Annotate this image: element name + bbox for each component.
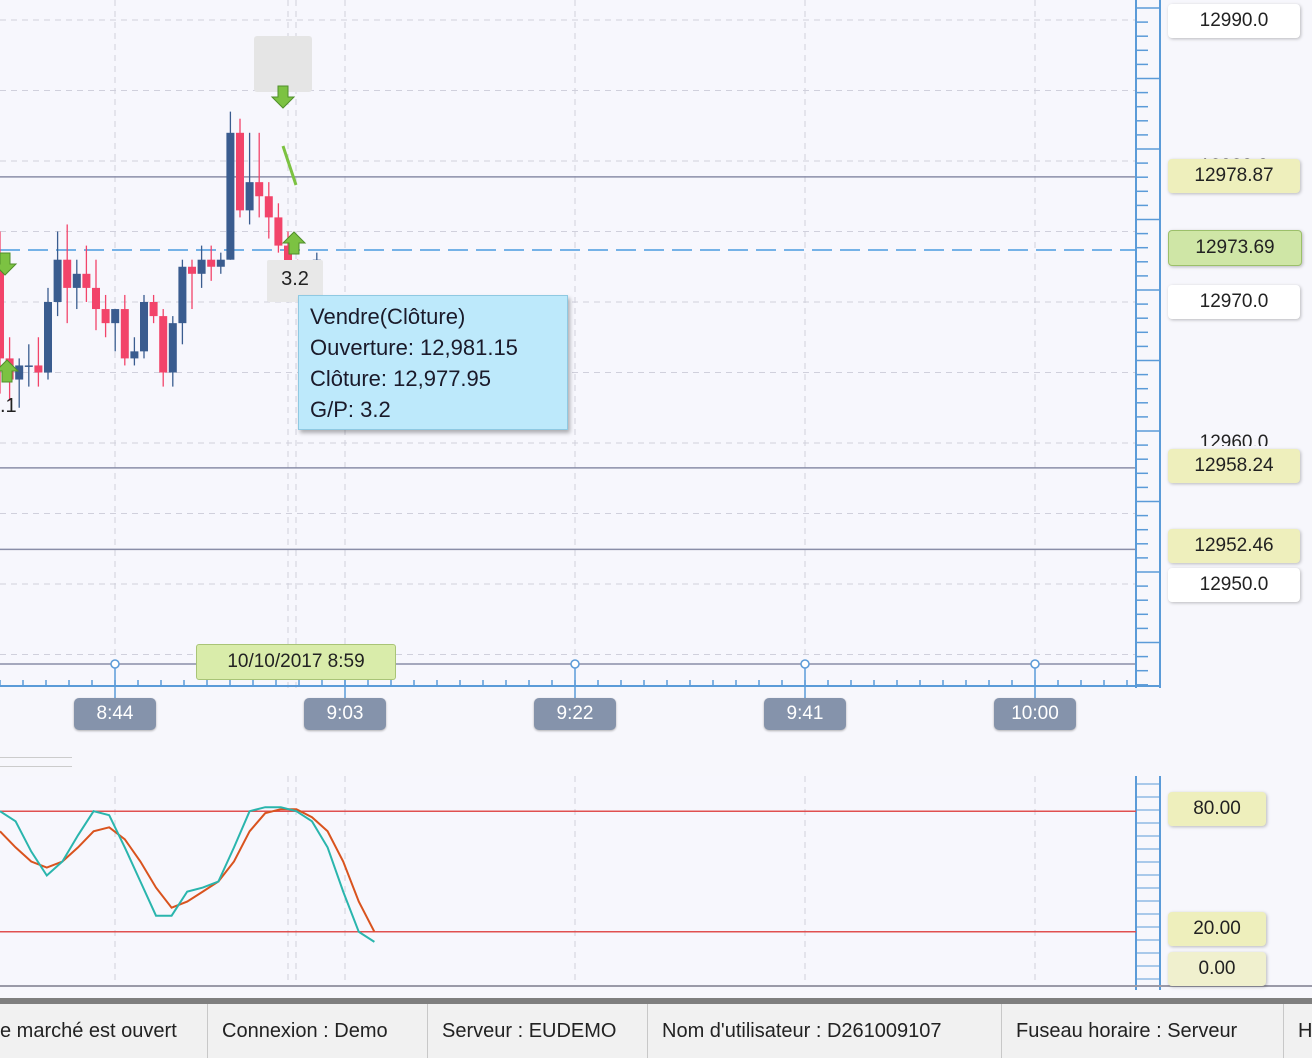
level-tag-12978[interactable]: 12978.87 — [1168, 159, 1300, 193]
candle-body — [188, 266, 196, 274]
tooltip-close: Clôture: 12,977.95 — [310, 366, 492, 391]
time-axis-node — [570, 659, 580, 669]
candle-body — [34, 365, 43, 373]
candle-body — [0, 266, 4, 359]
status-server: Serveur : EUDEMO — [428, 1004, 648, 1058]
candle-body — [44, 302, 52, 373]
time-label-903: 9:03 — [304, 698, 386, 730]
stoch-upper-band-label: 80.00 — [1168, 792, 1266, 826]
time-label-844: 8:44 — [74, 698, 156, 730]
candle-body — [178, 266, 187, 324]
candle-body — [63, 259, 72, 288]
current-price-tag: 12973.69 — [1168, 230, 1302, 266]
time-axis-node — [110, 659, 120, 669]
candle-body — [236, 132, 244, 211]
candle-body — [120, 309, 129, 359]
candle-body — [197, 259, 206, 274]
candle-body — [140, 302, 148, 352]
cursor-date-label: 10/10/2017 8:59 — [196, 644, 396, 680]
candle-body — [130, 351, 139, 359]
status-timezone: Fuseau horaire : Serveur — [1002, 1004, 1284, 1058]
candle-body — [216, 259, 225, 267]
status-market: e marché est ouvert — [0, 1004, 208, 1058]
candle-body — [101, 309, 110, 324]
time-label-922: 9:22 — [534, 698, 616, 730]
candle-body — [255, 182, 264, 197]
tooltip-action: Vendre(Clôture) — [310, 304, 466, 329]
level-tag-12958[interactable]: 12958.24 — [1168, 449, 1300, 483]
stoch-zero-label: 0.00 — [1168, 952, 1266, 986]
status-connection: Connexion : Demo — [208, 1004, 428, 1058]
tooltip-open: Ouverture: 12,981.15 — [310, 335, 518, 360]
indicator-plot-area — [0, 776, 1136, 986]
price-label-12990: 12990.0 — [1168, 4, 1300, 38]
price-label-12960-partial: 12960.0 — [1199, 432, 1269, 446]
candle-body — [72, 273, 81, 288]
candle-body — [168, 323, 177, 373]
candle-body — [15, 365, 24, 380]
status-extra: H — [1298, 1020, 1312, 1042]
trading-chart-window: 12990.0 12980.0 12978.87 12973.69 12970.… — [0, 0, 1312, 1058]
trade-profit-label-left: .1 — [0, 395, 17, 417]
candle-body — [245, 182, 254, 211]
status-bar: e marché est ouvert Connexion : Demo Ser… — [0, 998, 1312, 1058]
price-label-12950: 12950.0 — [1168, 568, 1300, 602]
panel-splitter[interactable] — [0, 757, 72, 767]
candle-body — [207, 259, 216, 267]
candle-body — [274, 217, 283, 246]
time-axis-node — [1030, 659, 1040, 669]
candle-body — [82, 273, 91, 288]
tooltip-pnl: G/P: 3.2 — [310, 397, 391, 422]
candle-body — [149, 302, 158, 317]
candle-body — [226, 132, 235, 260]
candle-body — [92, 287, 100, 310]
time-label-941: 9:41 — [764, 698, 846, 730]
grid-layer — [0, 0, 1136, 986]
chart-canvas[interactable] — [0, 0, 1312, 1000]
candle-body — [111, 309, 120, 324]
level-tag-12952[interactable]: 12952.46 — [1168, 529, 1300, 563]
stoch-lower-band-label: 20.00 — [1168, 912, 1266, 946]
trade-tooltip: Vendre(Clôture) Ouverture: 12,981.15 Clô… — [298, 295, 568, 430]
time-axis-node — [800, 659, 810, 669]
candle-body — [24, 365, 33, 367]
candle-body — [264, 196, 273, 218]
price-label-12970: 12970.0 — [1168, 285, 1300, 319]
status-username: Nom d'utilisateur : D261009107 — [648, 1004, 1002, 1058]
candle-body — [53, 259, 62, 302]
time-label-1000: 10:00 — [994, 698, 1076, 730]
trade-open-box — [254, 36, 312, 92]
candle-body — [159, 316, 168, 373]
